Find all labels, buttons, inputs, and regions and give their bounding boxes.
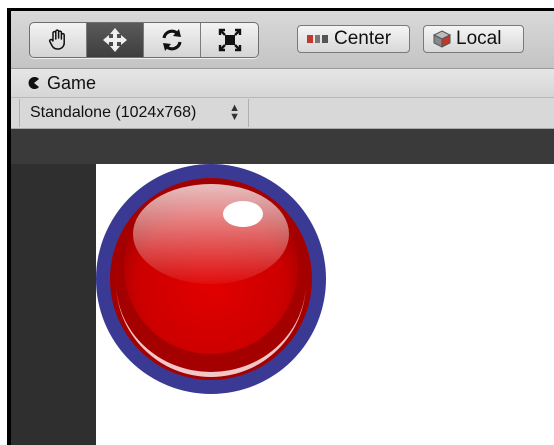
pivot-center-label: Center: [334, 28, 392, 49]
transform-tool-group: [29, 22, 259, 58]
rotate-tool-button[interactable]: [144, 23, 201, 57]
resolution-dropdown[interactable]: Standalone (1024x768) ▲ ▼: [19, 99, 249, 127]
move-tool-button[interactable]: [87, 23, 144, 57]
pivot-local-button[interactable]: Local: [423, 25, 524, 53]
viewport-letterbox: [11, 129, 554, 164]
editor-window: Center Local Game Standalone (1024x768) …: [0, 0, 554, 445]
hand-tool-button[interactable]: [30, 23, 87, 57]
tab-game[interactable]: Game: [27, 73, 96, 94]
rotate-icon: [162, 29, 182, 51]
main-toolbar: Center Local: [11, 11, 554, 69]
window-left-border: [7, 8, 11, 445]
move-arrows-icon: [103, 28, 127, 52]
game-view-control-bar: Standalone (1024x768) ▲ ▼: [11, 98, 554, 129]
game-render-canvas[interactable]: [96, 164, 554, 445]
pivot-center-icon: [307, 35, 328, 43]
dropdown-arrows-icon: ▲ ▼: [229, 102, 240, 123]
scale-tool-button[interactable]: [201, 23, 258, 57]
pivot-local-label: Local: [456, 28, 502, 49]
game-tab-bar: Game: [11, 69, 554, 98]
local-cube-icon: [432, 30, 452, 48]
resolution-value: Standalone (1024x768): [30, 104, 197, 121]
hand-icon: [49, 29, 65, 50]
tab-game-label: Game: [47, 72, 97, 93]
scale-icon: [218, 28, 241, 52]
game-pacman-icon: [28, 77, 39, 89]
pivot-center-button[interactable]: Center: [297, 25, 410, 53]
red-glossy-button[interactable]: [96, 164, 336, 404]
window-top-border: [7, 8, 554, 11]
button-gloss: [133, 184, 289, 284]
button-specular-highlight: [223, 201, 263, 227]
